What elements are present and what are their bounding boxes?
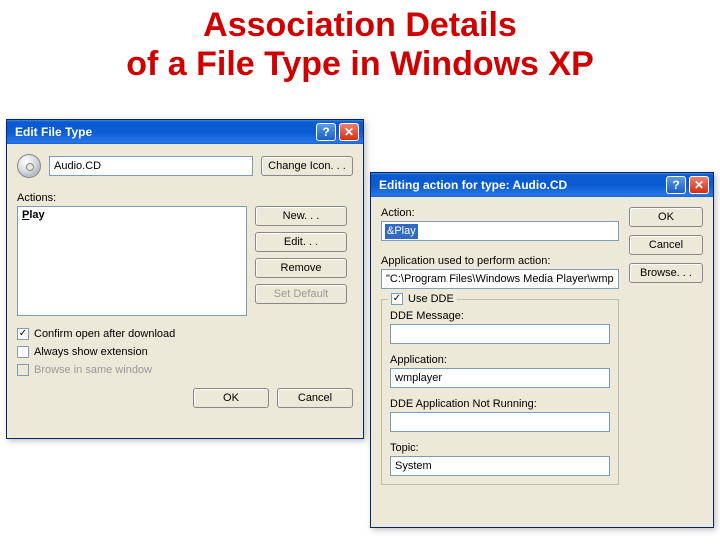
- file-type-name-input[interactable]: [49, 156, 253, 176]
- dialog-title: Edit File Type: [15, 125, 316, 139]
- set-default-button: Set Default: [255, 284, 347, 304]
- dde-not-running-label: DDE Application Not Running:: [390, 398, 610, 410]
- help-icon[interactable]: ?: [666, 176, 686, 194]
- ok-button[interactable]: OK: [193, 388, 269, 408]
- cancel-button[interactable]: Cancel: [629, 235, 703, 255]
- new-button[interactable]: New. . .: [255, 206, 347, 226]
- slide-title: Association Details of a File Type in Wi…: [0, 6, 720, 84]
- list-item[interactable]: Play: [22, 209, 242, 221]
- application-input[interactable]: [390, 368, 610, 388]
- edit-file-type-dialog: Edit File Type ? ✕ Change Icon. . . Acti…: [6, 119, 364, 439]
- dde-message-label: DDE Message:: [390, 310, 610, 322]
- close-icon[interactable]: ✕: [689, 176, 709, 194]
- dde-not-running-input[interactable]: [390, 412, 610, 432]
- confirm-open-checkbox[interactable]: ✓ Confirm open after download: [17, 328, 353, 340]
- action-label: Action:: [381, 207, 619, 219]
- file-type-icon: [17, 154, 41, 178]
- remove-button[interactable]: Remove: [255, 258, 347, 278]
- editing-action-dialog: Editing action for type: Audio.CD ? ✕ Ac…: [370, 172, 714, 528]
- help-icon[interactable]: ?: [316, 123, 336, 141]
- titlebar[interactable]: Edit File Type ? ✕: [7, 120, 363, 144]
- app-used-label: Application used to perform action:: [381, 255, 619, 267]
- dialog-title: Editing action for type: Audio.CD: [379, 178, 666, 192]
- browse-same-window-checkbox: Browse in same window: [17, 364, 353, 376]
- dde-message-input[interactable]: [390, 324, 610, 344]
- topic-input[interactable]: [390, 456, 610, 476]
- close-icon[interactable]: ✕: [339, 123, 359, 141]
- action-input[interactable]: &Play: [381, 221, 619, 241]
- edit-button[interactable]: Edit. . .: [255, 232, 347, 252]
- always-show-ext-checkbox[interactable]: Always show extension: [17, 346, 353, 358]
- actions-label: Actions:: [17, 192, 353, 204]
- change-icon-button[interactable]: Change Icon. . .: [261, 156, 353, 176]
- app-used-input[interactable]: [381, 269, 619, 289]
- browse-button[interactable]: Browse. . .: [629, 263, 703, 283]
- actions-listbox[interactable]: Play: [17, 206, 247, 316]
- topic-label: Topic:: [390, 442, 610, 454]
- ok-button[interactable]: OK: [629, 207, 703, 227]
- application-label: Application:: [390, 354, 610, 366]
- titlebar[interactable]: Editing action for type: Audio.CD ? ✕: [371, 173, 713, 197]
- use-dde-checkbox[interactable]: ✓ Use DDE: [388, 293, 457, 305]
- cancel-button[interactable]: Cancel: [277, 388, 353, 408]
